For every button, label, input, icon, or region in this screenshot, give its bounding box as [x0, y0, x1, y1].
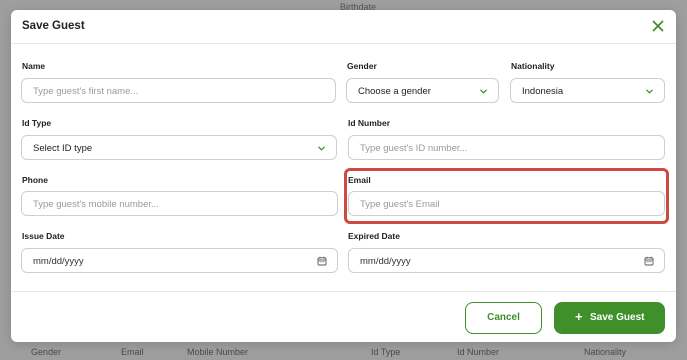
name-label: Name [22, 61, 46, 71]
phone-placeholder: Type guest's mobile number... [33, 199, 159, 210]
expired-date-label: Expired Date [348, 231, 400, 241]
expired-date-input[interactable]: mm/dd/yyyy [348, 248, 665, 273]
nationality-selected-value: Indonesia [522, 86, 564, 97]
id-number-placeholder: Type guest's ID number... [360, 143, 468, 154]
background-col-nationality: Nationality [584, 347, 627, 357]
modal-title: Save Guest [22, 20, 85, 32]
save-guest-modal: Save Guest Name Type guest's first name.… [11, 10, 676, 342]
nationality-label: Nationality [511, 61, 555, 71]
chevron-down-icon [318, 146, 325, 151]
name-placeholder: Type guest's first name... [33, 86, 139, 97]
id-number-label: Id Number [348, 118, 391, 128]
background-col-idnumber: Id Number [457, 347, 500, 357]
calendar-icon[interactable] [644, 256, 654, 266]
phone-input[interactable]: Type guest's mobile number... [21, 191, 338, 216]
id-type-select[interactable]: Select ID type [21, 135, 337, 160]
nationality-select[interactable]: Indonesia [510, 78, 665, 103]
id-type-selected-value: Select ID type [33, 143, 93, 154]
issue-date-input[interactable]: mm/dd/yyyy [21, 248, 338, 273]
close-icon[interactable] [650, 18, 666, 34]
issue-date-label: Issue Date [22, 231, 65, 241]
expired-date-value: mm/dd/yyyy [360, 256, 411, 267]
id-type-label: Id Type [22, 118, 52, 128]
background-table-footer: Gender Email Mobile Number Id Type Id Nu… [0, 342, 687, 360]
footer-divider [11, 291, 676, 292]
modal-header: Save Guest [11, 10, 676, 44]
save-guest-button[interactable]: + Save Guest [554, 302, 665, 334]
name-input[interactable]: Type guest's first name... [21, 78, 336, 103]
save-guest-label: Save Guest [590, 312, 645, 323]
background-col-idtype: Id Type [371, 347, 401, 357]
background-col-email: Email [121, 347, 144, 357]
id-number-input[interactable]: Type guest's ID number... [348, 135, 665, 160]
gender-selected-value: Choose a gender [358, 86, 431, 97]
background-col-gender: Gender [31, 347, 62, 357]
cancel-button[interactable]: Cancel [465, 302, 542, 334]
plus-icon: + [575, 309, 583, 324]
issue-date-value: mm/dd/yyyy [33, 256, 84, 267]
background-table-header: Birthdate [0, 0, 687, 12]
background-col-mobile: Mobile Number [187, 347, 249, 357]
gender-label: Gender [347, 61, 377, 71]
calendar-icon[interactable] [317, 256, 327, 266]
gender-select[interactable]: Choose a gender [346, 78, 499, 103]
chevron-down-icon [646, 89, 653, 94]
chevron-down-icon [480, 89, 487, 94]
email-field-highlight [344, 168, 669, 224]
phone-label: Phone [22, 175, 48, 185]
